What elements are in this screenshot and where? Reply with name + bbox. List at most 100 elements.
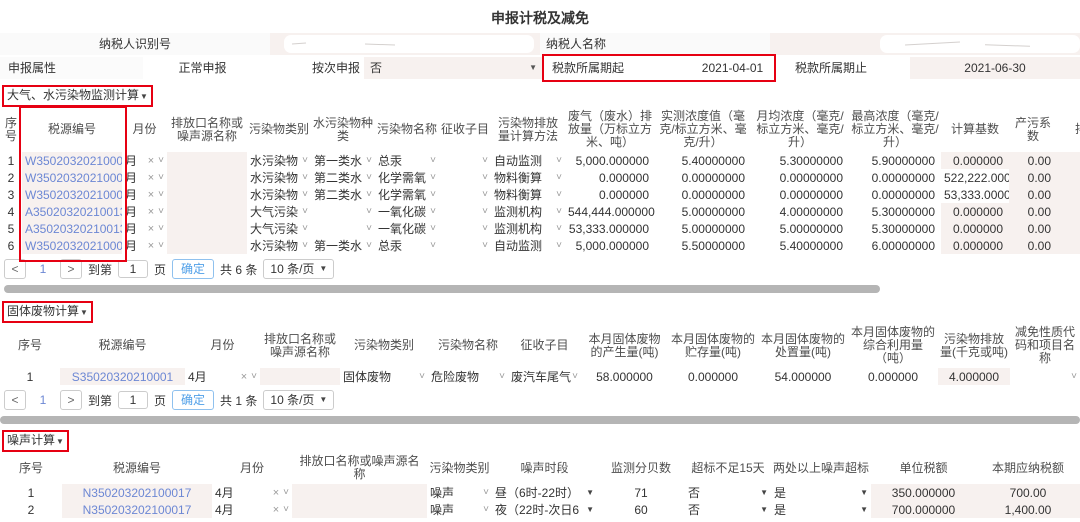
horizontal-scrollbar[interactable] — [0, 285, 1080, 293]
dropdown-noise-period[interactable]: 夜（22时-次日6 ▼ — [492, 501, 597, 518]
dropdown-levy-subitem[interactable]: ˅ — [439, 186, 491, 203]
clear-icon[interactable]: × — [148, 206, 154, 218]
dropdown-under-15-days[interactable]: 否 ▼ — [685, 484, 771, 501]
next-page-button[interactable]: > — [60, 390, 82, 410]
month-dropdown[interactable]: 4月 × ˅ — [212, 484, 292, 501]
multi-location-over-limit-value: 是 — [774, 503, 787, 517]
dropdown-noise-period[interactable]: 昼（6时-22时） ▼ — [492, 484, 597, 501]
dropdown-levy-subitem[interactable]: ˅ — [439, 220, 491, 237]
confirm-button[interactable]: 确定 — [172, 390, 215, 410]
dropdown-calc-method[interactable]: 监测机构 ˅ — [491, 203, 565, 220]
noise-section-title[interactable]: 噪声计算▼ — [2, 430, 69, 452]
clear-icon[interactable]: × — [273, 487, 279, 499]
tax-source-id-link[interactable]: W35020320210004 — [25, 154, 122, 168]
tax-source-id-link[interactable]: N350203202100017 — [83, 503, 192, 517]
solid-waste-section-title[interactable]: 固体废物计算▼ — [2, 301, 93, 323]
dropdown-multi-location-over-limit[interactable]: 是 ▼ — [771, 484, 871, 501]
dropdown-calc-method[interactable]: 监测机构 ˅ — [491, 220, 565, 237]
page-size-select[interactable]: 10 条/页 ▼ — [263, 390, 335, 410]
current-page-number[interactable]: 1 — [32, 262, 54, 276]
scrollbar-thumb[interactable] — [0, 416, 1080, 424]
dropdown-exemption-code[interactable]: ˅ — [1010, 368, 1080, 385]
dropdown-under-15-days[interactable]: 否 ▼ — [685, 501, 771, 518]
next-page-button[interactable]: > — [60, 259, 82, 279]
dropdown-levy-subitem[interactable]: ˅ — [439, 169, 491, 186]
confirm-button[interactable]: 确定 — [172, 259, 215, 279]
dropdown-pollutant-category[interactable]: 水污染物 ˅ — [247, 237, 311, 254]
cell-emission-volume: 544,444.000000 — [568, 204, 655, 219]
dropdown-pollutant-category[interactable]: 水污染物 ˅ — [247, 186, 311, 203]
cell-unit-tax: 350.000000 — [871, 484, 976, 501]
page-size-select[interactable]: 10 条/页 ▼ — [263, 259, 335, 279]
month-dropdown[interactable]: 月 × ˅ — [122, 169, 167, 186]
goto-page-input[interactable] — [118, 391, 149, 409]
month-dropdown[interactable]: 4月 × ˅ — [185, 368, 260, 385]
clear-icon[interactable]: × — [148, 155, 154, 167]
tax-source-id-link[interactable]: W35020320210004 — [25, 171, 122, 185]
month-dropdown[interactable]: 月 × ˅ — [122, 186, 167, 203]
dropdown-water-pollutant-type[interactable]: 第一类水 ˅ — [311, 237, 375, 254]
dropdown-water-pollutant-type[interactable]: ˅ — [311, 220, 375, 237]
month-dropdown[interactable]: 月 × ˅ — [122, 220, 167, 237]
tax-source-id-link[interactable]: S35020320210001 — [72, 370, 173, 384]
scrollbar-thumb[interactable] — [4, 285, 880, 293]
month-dropdown[interactable]: 4月 × ˅ — [212, 501, 292, 518]
dropdown-pollutant-name[interactable]: 一氧化碳 ˅ — [375, 203, 439, 220]
goto-page-input[interactable] — [118, 260, 149, 278]
clear-icon[interactable]: × — [273, 504, 279, 516]
tax-source-id-link[interactable]: W35020320210005 — [25, 239, 122, 253]
dropdown-levy-subitem[interactable]: ˅ — [439, 152, 491, 169]
dropdown-levy-subitem[interactable]: ˅ — [439, 203, 491, 220]
tax-source-id-link[interactable]: N350203202100017 — [83, 486, 192, 500]
dropdown-pollutant-name[interactable]: 总汞 ˅ — [375, 152, 439, 169]
prev-page-button[interactable]: < — [4, 390, 26, 410]
dropdown-pollutant-category[interactable]: 噪声 ˅ — [427, 484, 492, 501]
dropdown-pollutant-name[interactable]: 总汞 ˅ — [375, 237, 439, 254]
dropdown-pollutant-category[interactable]: 大气污染 ˅ — [247, 220, 311, 237]
dropdown-pollutant-category[interactable]: 噪声 ˅ — [427, 501, 492, 518]
dropdown-pollutant-name[interactable]: 一氧化碳 ˅ — [375, 220, 439, 237]
clear-icon[interactable]: × — [148, 172, 154, 184]
current-page-number[interactable]: 1 — [32, 393, 54, 407]
per-occurrence-dropdown[interactable]: 否 ▼ — [364, 57, 543, 79]
dropdown-water-pollutant-type[interactable]: 第二类水 ˅ — [311, 169, 375, 186]
dropdown-calc-method[interactable]: 自动监测 ˅ — [491, 237, 565, 254]
dropdown-pollutant-category[interactable]: 大气污染 ˅ — [247, 203, 311, 220]
dropdown-pollutant-category[interactable]: 水污染物 ˅ — [247, 152, 311, 169]
tax-source-id-link[interactable]: W35020320210005 — [25, 188, 122, 202]
dropdown-calc-method[interactable]: 自动监测 ˅ — [491, 152, 565, 169]
clear-icon[interactable]: × — [148, 189, 154, 201]
dropdown-multi-location-over-limit[interactable]: 是 ▼ — [771, 501, 871, 518]
chevron-down-icon: ˅ — [283, 504, 289, 515]
clear-icon[interactable]: × — [148, 223, 154, 235]
taxpayer-id-value — [270, 33, 540, 55]
dropdown-water-pollutant-type[interactable]: 第一类水 ˅ — [311, 152, 375, 169]
chevron-down-icon: ˅ — [366, 155, 372, 166]
dropdown-levy-subitem[interactable]: ˅ — [439, 237, 491, 254]
dropdown-pollutant-name[interactable]: 化学需氧 ˅ — [375, 169, 439, 186]
dropdown-pollutant-name[interactable]: 危险废物 ˅ — [428, 368, 508, 385]
col-header-tax-source-id: 税源编号 — [112, 460, 161, 475]
prev-page-button[interactable]: < — [4, 259, 26, 279]
dropdown-levy-subitem[interactable]: 废汽车尾气 ˅ — [508, 368, 581, 385]
horizontal-scrollbar[interactable] — [0, 416, 1080, 424]
dropdown-pollutant-category[interactable]: 水污染物 ˅ — [247, 169, 311, 186]
dropdown-pollutant-category[interactable]: 固体废物 ˅ — [340, 368, 428, 385]
dropdown-water-pollutant-type[interactable]: 第二类水 ˅ — [311, 186, 375, 203]
month-dropdown[interactable]: 月 × ˅ — [122, 237, 167, 254]
dropdown-water-pollutant-type[interactable]: ˅ — [311, 203, 375, 220]
month-dropdown[interactable]: 月 × ˅ — [122, 203, 167, 220]
tax-source-id-link[interactable]: A35020320210013 — [25, 222, 122, 236]
calc-method-value: 物料衡算 — [494, 188, 543, 202]
cell-pollution-coefficient: 0.00 — [1009, 152, 1057, 169]
dropdown-calc-method[interactable]: 物料衡算 ˅ — [491, 186, 565, 203]
chevron-down-icon: ˅ — [482, 240, 488, 251]
dropdown-calc-method[interactable]: 物料衡算 ˅ — [491, 169, 565, 186]
cell-calc-base: 0.000000 — [941, 152, 1009, 169]
month-dropdown[interactable]: 月 × ˅ — [122, 152, 167, 169]
dropdown-pollutant-name[interactable]: 化学需氧 ˅ — [375, 186, 439, 203]
tax-source-id-link[interactable]: A35020320210013 — [25, 205, 122, 219]
clear-icon[interactable]: × — [148, 240, 154, 252]
air-water-section-title[interactable]: 大气、水污染物监测计算▼ — [2, 85, 153, 107]
clear-icon[interactable]: × — [241, 371, 247, 383]
